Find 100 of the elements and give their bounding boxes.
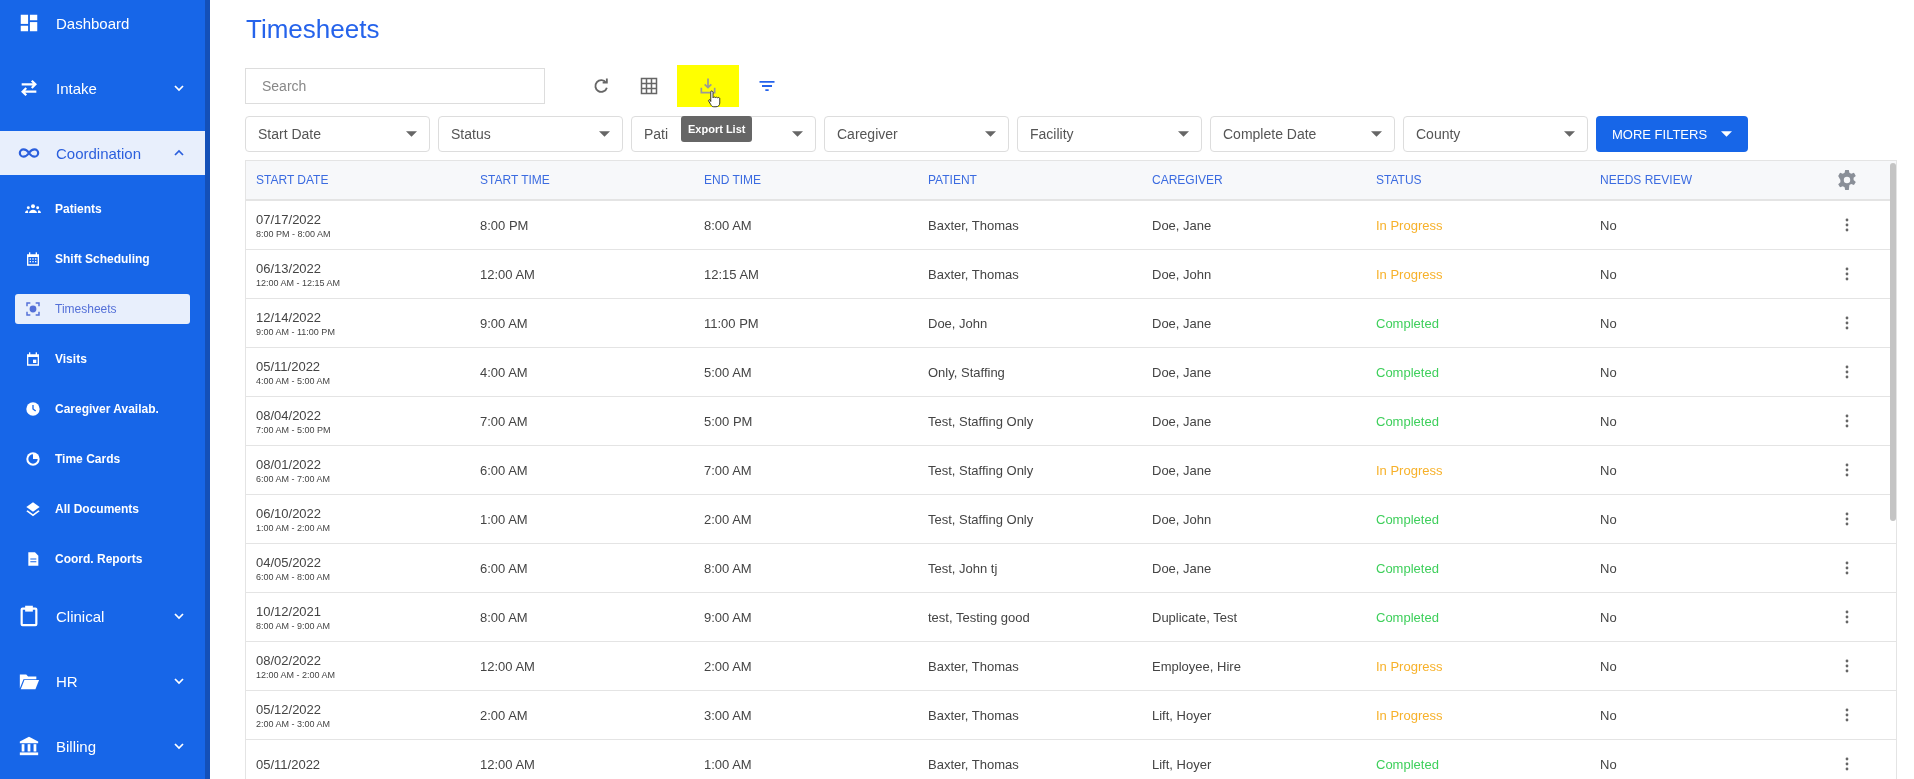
table-cell: Test, Staffing Only <box>928 462 1034 478</box>
table-cell: 8:00 AM <box>704 217 752 233</box>
more-icon[interactable] <box>1845 757 1849 771</box>
sidebar-item[interactable]: Timesheets <box>15 294 190 324</box>
column-header[interactable]: STATUS <box>1376 173 1422 187</box>
table-cell: 5:00 AM <box>704 364 752 380</box>
filter-dropdown[interactable]: Caregiver <box>824 116 1009 152</box>
table-cell: 8:00 PM <box>480 217 529 233</box>
table-cell: No <box>1600 217 1617 233</box>
sidebar-item[interactable]: All Documents <box>15 494 190 524</box>
clock-icon <box>25 401 41 417</box>
sidebar-group[interactable]: Intake <box>0 66 205 110</box>
filter-dropdown[interactable]: County <box>1403 116 1588 152</box>
sidebar-item[interactable]: Patients <box>15 194 190 224</box>
sidebar-label: Intake <box>56 79 98 97</box>
caret-icon <box>792 131 803 137</box>
more-icon[interactable] <box>1845 218 1849 232</box>
table-cell: 1:00 AM <box>480 511 528 527</box>
sidebar-group[interactable]: Billing <box>0 724 205 768</box>
sidebar-item[interactable]: Visits <box>15 344 190 374</box>
table-cell: 9:00 AM <box>480 315 528 331</box>
date-text: 04/05/2022 <box>256 554 323 570</box>
date-text: 08/01/2022 <box>256 456 323 472</box>
search-field[interactable]: Search <box>245 68 545 104</box>
table-cell: No <box>1600 462 1617 478</box>
table-cell: Lift, Hoyer <box>1152 707 1212 723</box>
filter-dropdown[interactable]: Status <box>438 116 623 152</box>
status-text: Completed <box>1376 560 1439 576</box>
dashboard-icon <box>18 12 40 34</box>
sidebar-group[interactable]: Coordination <box>0 131 205 175</box>
column-header[interactable]: END TIME <box>704 173 762 187</box>
more-icon[interactable] <box>1845 463 1849 477</box>
column-header[interactable]: NEEDS REVIEW <box>1600 173 1692 187</box>
sidebar-item-label: Timesheets <box>55 302 117 316</box>
grid-icon <box>639 76 659 96</box>
status-text: Completed <box>1376 413 1439 429</box>
sidebar-group[interactable]: Clinical <box>0 594 205 638</box>
more-icon[interactable] <box>1845 610 1849 624</box>
more-icon[interactable] <box>1845 267 1849 281</box>
table-cell: Doe, Jane <box>1152 462 1212 478</box>
table-cell: No <box>1600 756 1617 772</box>
date-text: 08/04/2022 <box>256 407 323 423</box>
table-cell: Only, Staffing <box>928 364 1005 380</box>
table-cell: 2:00 AM <box>704 511 752 527</box>
more-filters-button[interactable]: MORE FILTERS <box>1596 116 1749 152</box>
scrollbar[interactable] <box>1890 163 1896 521</box>
table-cell: Doe, John <box>928 315 988 331</box>
table-cell: Duplicate, Test <box>1152 609 1238 625</box>
clipboard-icon <box>18 605 40 627</box>
sidebar-item[interactable]: Caregiver Availab. <box>15 394 190 424</box>
column-header[interactable]: START TIME <box>480 173 550 187</box>
table-cell: 8:00 AM <box>704 560 752 576</box>
status-text: In Progress <box>1376 217 1443 233</box>
more-icon[interactable] <box>1845 414 1849 428</box>
table-cell: Lift, Hoyer <box>1152 756 1212 772</box>
more-icon[interactable] <box>1845 659 1849 673</box>
download-button[interactable] <box>677 65 739 107</box>
table-cell: No <box>1600 707 1617 723</box>
table-cell: 3:00 AM <box>704 707 752 723</box>
filter-dropdown[interactable]: Facility <box>1017 116 1202 152</box>
sidebar-item[interactable]: Shift Scheduling <box>15 244 190 274</box>
filter-dropdown[interactable]: Start Date <box>245 116 430 152</box>
sidebar-item-label: Caregiver Availab. <box>55 402 159 416</box>
table-cell: 9:00 AM <box>704 609 752 625</box>
more-icon[interactable] <box>1845 365 1849 379</box>
column-header[interactable]: PATIENT <box>928 173 977 187</box>
table-cell: 11:00 PM <box>704 315 759 331</box>
table-cell: 8:00 AM <box>480 609 528 625</box>
column-header[interactable]: CAREGIVER <box>1152 173 1223 187</box>
focus-icon <box>25 301 41 317</box>
bank-icon <box>18 735 40 757</box>
more-icon[interactable] <box>1845 316 1849 330</box>
table-cell: No <box>1600 315 1617 331</box>
more-icon[interactable] <box>1845 512 1849 526</box>
table-cell: Doe, Jane <box>1152 364 1212 380</box>
sidebar-item[interactable]: Time Cards <box>15 444 190 474</box>
time-range-text: 12:00 AM - 2:00 AM <box>256 669 336 680</box>
date-text: 12/14/2022 <box>256 309 323 325</box>
column-header[interactable]: START DATE <box>256 173 329 187</box>
sidebar-item[interactable]: Coord. Reports <box>15 544 190 574</box>
time-range-text: 4:00 AM - 5:00 AM <box>256 375 331 386</box>
table-cell: 7:00 AM <box>704 462 752 478</box>
table-cell: Doe, Jane <box>1152 217 1212 233</box>
table-cell: No <box>1600 364 1617 380</box>
table-cell: 2:00 AM <box>480 707 528 723</box>
status-text: In Progress <box>1376 462 1443 478</box>
download-icon <box>698 76 718 96</box>
table-cell: 7:00 AM <box>480 413 528 429</box>
status-text: Completed <box>1376 364 1439 380</box>
sidebar-item-label: Visits <box>55 352 87 366</box>
more-icon[interactable] <box>1845 561 1849 575</box>
table-cell: No <box>1600 658 1617 674</box>
sidebar-group[interactable]: Dashboard <box>0 1 205 45</box>
sidebar-group[interactable]: HR <box>0 659 205 703</box>
more-icon[interactable] <box>1845 708 1849 722</box>
date-text: 05/11/2022 <box>256 756 321 772</box>
settings-icon[interactable] <box>1836 169 1858 191</box>
time-range-text: 2:00 AM - 3:00 AM <box>256 718 331 729</box>
time-range-text: 8:00 PM - 8:00 AM <box>256 228 331 239</box>
filter-dropdown[interactable]: Complete Date <box>1210 116 1395 152</box>
